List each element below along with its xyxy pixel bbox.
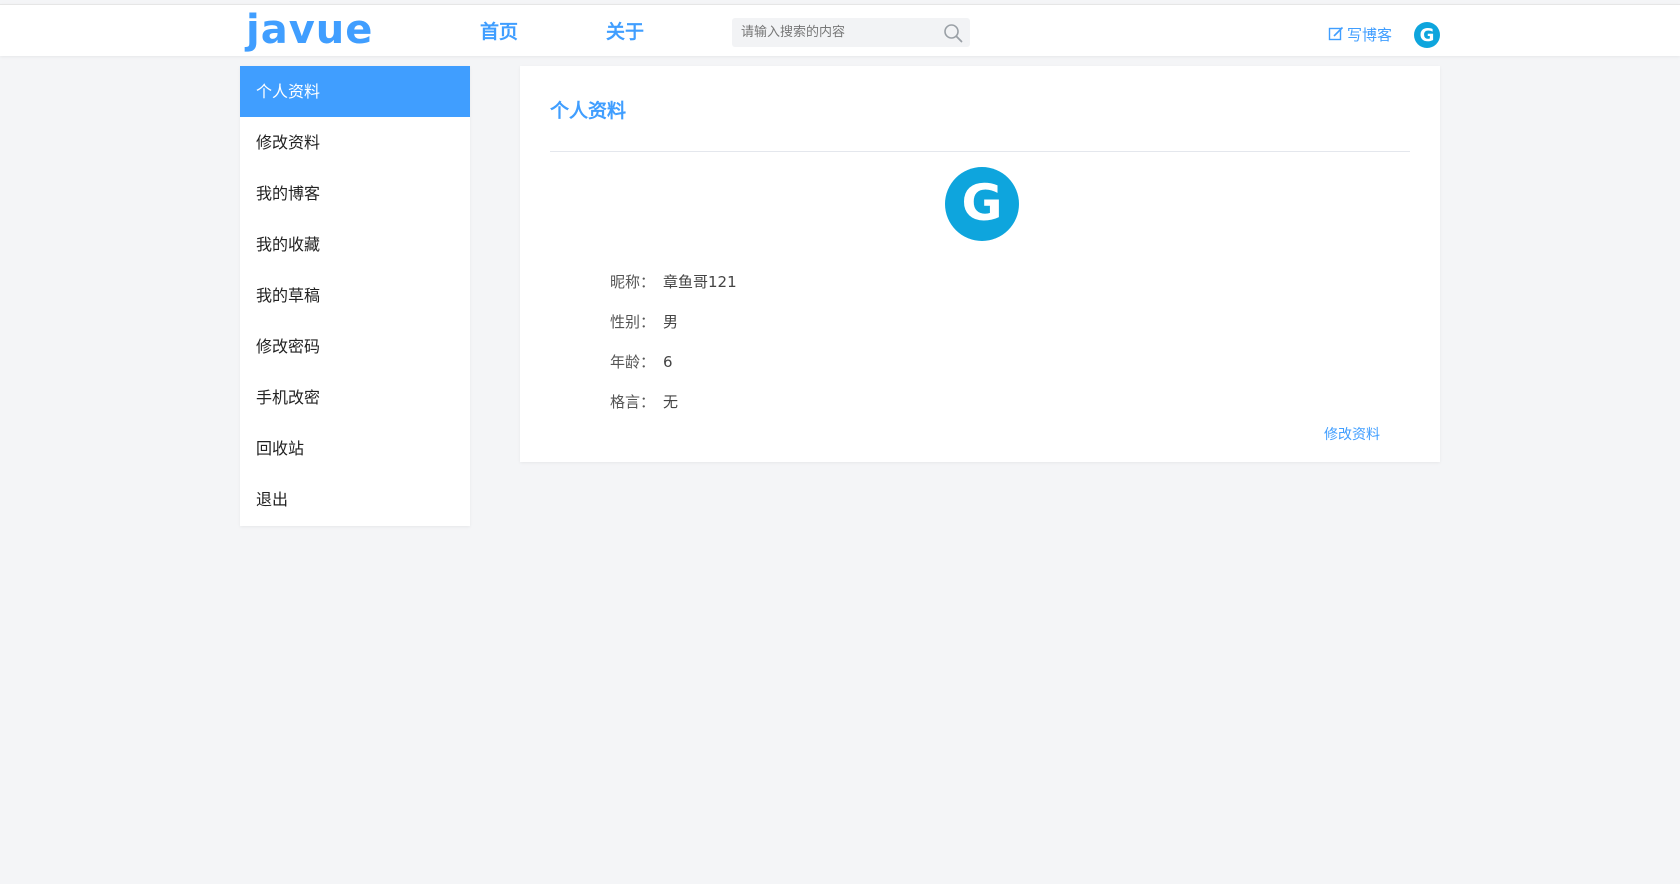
search-input[interactable] (732, 18, 932, 47)
gender-label: 性别： (610, 313, 656, 331)
sidebar-item-profile[interactable]: 个人资料 (240, 66, 470, 117)
edit-icon (1328, 26, 1344, 41)
motto-row: 格言： 无 (610, 392, 678, 412)
header-avatar-letter: G (1420, 25, 1435, 46)
nickname-label: 昵称： (610, 273, 656, 291)
age-value: 6 (663, 353, 673, 371)
sidebar-item-change-password[interactable]: 修改密码 (240, 321, 470, 372)
motto-label: 格言： (610, 393, 656, 411)
sidebar-item-recycle-bin[interactable]: 回收站 (240, 423, 470, 474)
page-title: 个人资料 (550, 100, 627, 122)
age-row: 年龄： 6 (610, 352, 673, 372)
write-blog-button[interactable]: 写博客 (1328, 23, 1392, 45)
sidebar-item-edit-profile[interactable]: 修改资料 (240, 117, 470, 168)
age-label: 年龄： (610, 353, 656, 371)
sidebar-item-drafts[interactable]: 我的草稿 (240, 270, 470, 321)
profile-avatar: G (945, 167, 1019, 241)
user-avatar[interactable]: G (1414, 22, 1440, 48)
nickname-row: 昵称： 章鱼哥121 (610, 272, 737, 292)
sidebar-item-phone-password[interactable]: 手机改密 (240, 372, 470, 423)
divider (550, 151, 1410, 152)
search-icon[interactable] (943, 23, 963, 43)
sidebar-item-logout[interactable]: 退出 (240, 474, 470, 525)
write-blog-label: 写博客 (1347, 25, 1393, 44)
sidebar-item-favorites[interactable]: 我的收藏 (240, 219, 470, 270)
search-box (732, 18, 970, 47)
site-logo[interactable]: javue (246, 7, 373, 53)
motto-value: 无 (663, 393, 679, 411)
sidebar-menu: 个人资料 修改资料 我的博客 我的收藏 我的草稿 修改密码 手机改密 回收站 退… (240, 66, 470, 526)
edit-profile-link[interactable]: 修改资料 (1324, 424, 1380, 444)
sidebar-item-my-blogs[interactable]: 我的博客 (240, 168, 470, 219)
gender-value: 男 (663, 313, 679, 331)
profile-card: 个人资料 G 昵称： 章鱼哥121 性别： 男 年龄： 6 格言： 无 修改资料 (520, 66, 1440, 462)
nickname-value: 章鱼哥121 (663, 273, 737, 291)
nav-about-link[interactable]: 关于 (606, 19, 644, 45)
top-navbar: javue 首页 关于 写博客 G (0, 4, 1680, 56)
profile-avatar-letter: G (961, 174, 1002, 232)
nav-home-link[interactable]: 首页 (480, 19, 518, 45)
gender-row: 性别： 男 (610, 312, 678, 332)
